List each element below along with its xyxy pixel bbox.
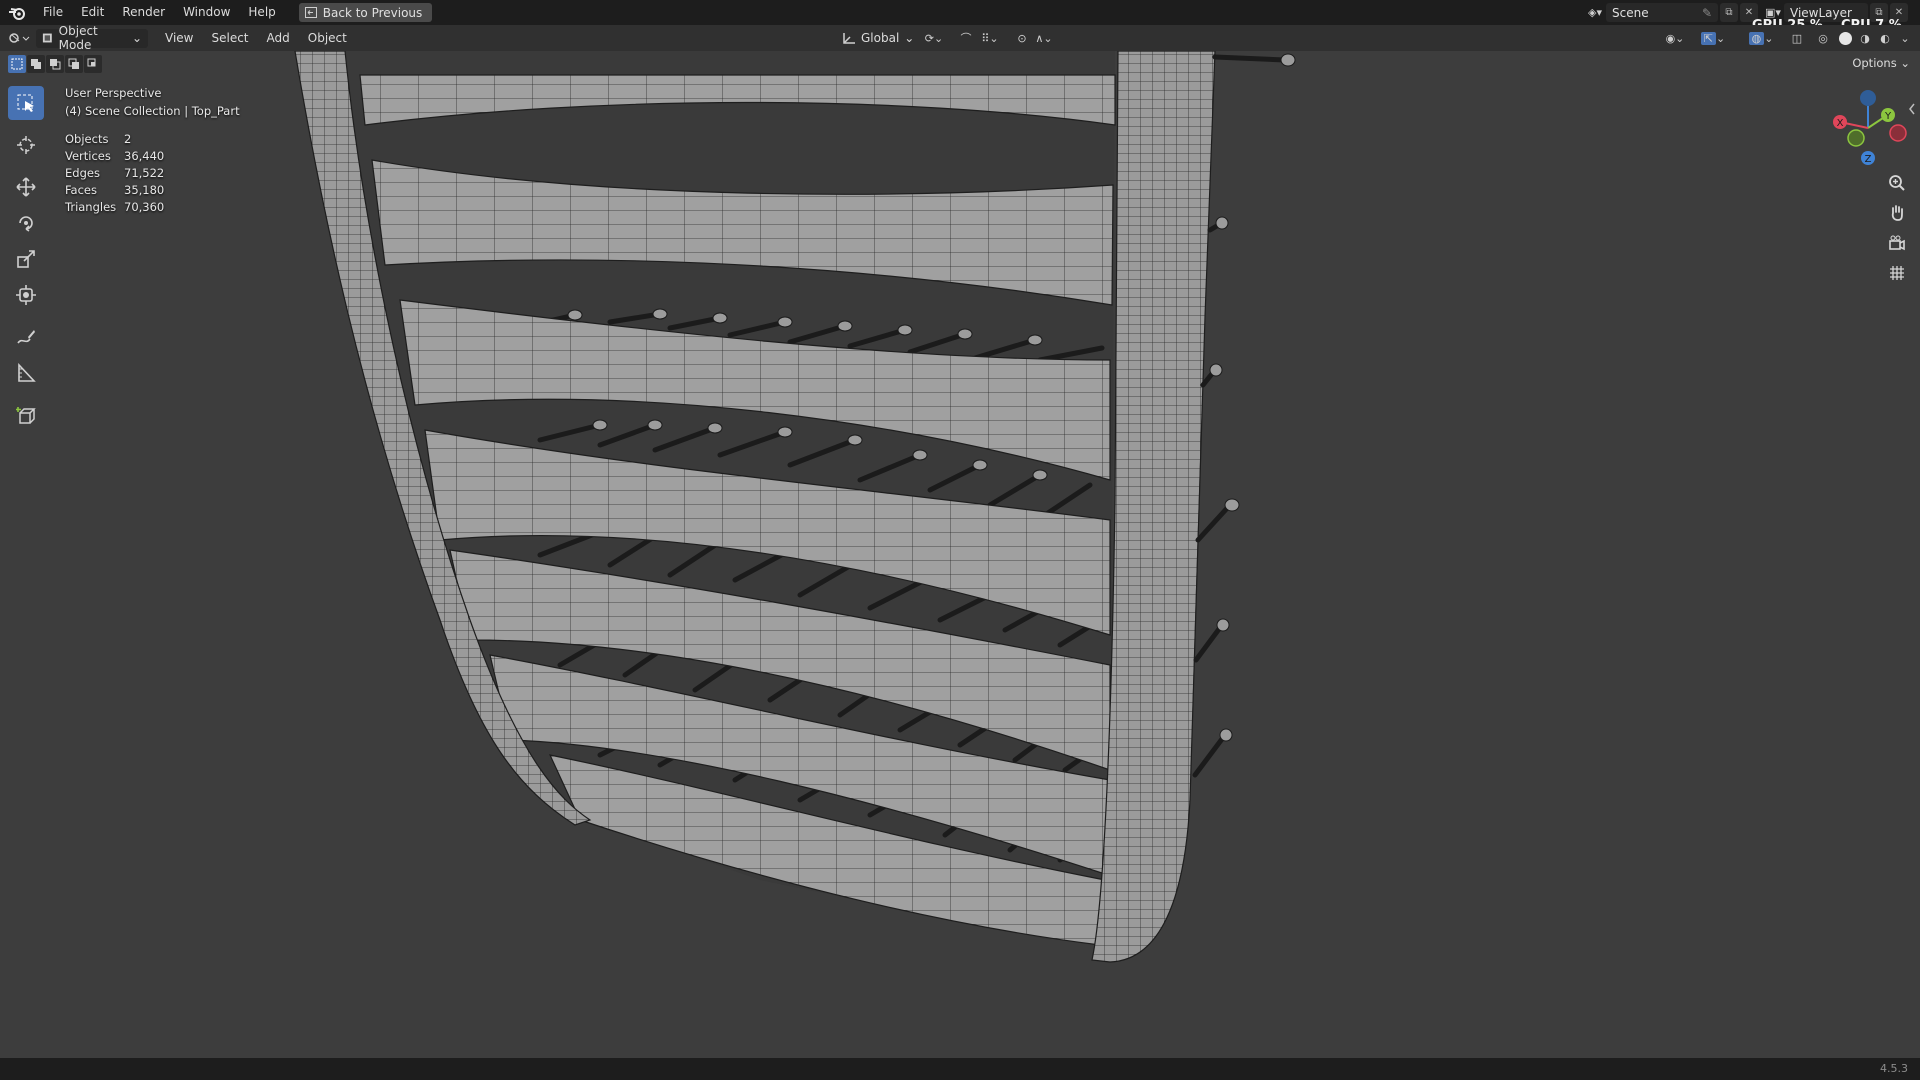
- blender-logo-icon[interactable]: [0, 6, 34, 20]
- proportional-editing-icon[interactable]: ⊙: [1011, 29, 1033, 48]
- view-name: User Perspective: [65, 86, 162, 100]
- stat-value: 70,360: [124, 200, 165, 214]
- transform-orientation-dropdown[interactable]: Global ⌄: [836, 29, 920, 48]
- chevron-down-icon: ⌄: [1900, 56, 1910, 70]
- scene-icon[interactable]: ◈▾: [1584, 3, 1606, 22]
- pan-hand-icon[interactable]: [1884, 200, 1910, 226]
- snap-target-icon[interactable]: ⠿⌄: [975, 29, 1005, 48]
- scene-field[interactable]: Scene ✎: [1606, 3, 1718, 22]
- shading-options-icon[interactable]: ⌄: [1894, 29, 1916, 48]
- navigation-gizmo[interactable]: Y X Z: [1824, 86, 1914, 170]
- back-icon: [304, 7, 317, 18]
- solid-shading-icon[interactable]: [1834, 29, 1856, 48]
- hull-ribs: [359, 74, 1116, 946]
- stat-vertices: Vertices 36,440: [65, 149, 240, 166]
- orientation-label: Global: [861, 31, 900, 45]
- viewport-canvas[interactable]: [0, 51, 1920, 1058]
- bolt-heads: [1209, 53, 1296, 742]
- gizmo-y-label: Y: [1884, 111, 1892, 122]
- stat-label: Faces: [65, 183, 97, 197]
- scene-name: Scene: [1612, 5, 1649, 20]
- stat-label: Objects: [65, 132, 109, 146]
- header-menu-add[interactable]: Add: [258, 31, 299, 45]
- wireframe-shading-icon[interactable]: ◎: [1812, 29, 1834, 48]
- gizmo-toggle-icon[interactable]: ⇱ ⌄: [1697, 29, 1729, 48]
- gizmo-z-neg[interactable]: [1860, 90, 1876, 106]
- ortho-grid-icon[interactable]: [1884, 260, 1910, 286]
- status-bar: 4.5.3: [0, 1058, 1920, 1080]
- camera-view-icon[interactable]: [1884, 230, 1910, 256]
- menu-window[interactable]: Window: [174, 0, 239, 25]
- stat-value: 36,440: [124, 149, 165, 163]
- stat-triangles: Triangles 70,360: [65, 200, 240, 217]
- pivot-point-icon[interactable]: ⟳⌄: [920, 29, 948, 48]
- stat-faces: Faces 35,180: [65, 183, 240, 200]
- stat-label: Edges: [65, 166, 100, 180]
- object-mode-icon: [42, 33, 52, 43]
- stat-label: Vertices: [65, 149, 111, 163]
- viewport-header: Object Mode ⌄ View Select Add Object Glo…: [0, 24, 1920, 52]
- menu-file[interactable]: File: [34, 0, 72, 25]
- scene-selector: ◈▾ Scene ✎ ⧉ ✕: [1584, 0, 1758, 25]
- collection-name: (4) Scene Collection | Top_Part: [65, 104, 240, 118]
- orientation-axes-icon: [843, 32, 855, 44]
- sidebar-toggle-icon[interactable]: [1904, 96, 1920, 122]
- new-scene-icon[interactable]: ⧉: [1720, 3, 1738, 22]
- snap-toggle-icon[interactable]: ⌒: [955, 29, 977, 48]
- pin-icon[interactable]: ✎: [1702, 6, 1712, 20]
- options-label: Options: [1852, 56, 1897, 70]
- gizmo-x-label: X: [1837, 118, 1844, 129]
- viewport-info-overlay: User Perspective (4) Scene Collection | …: [65, 86, 240, 217]
- chevron-down-icon: ⌄: [904, 31, 915, 45]
- gizmo-z-label: Z: [1865, 154, 1872, 165]
- stat-edges: Edges 71,522: [65, 166, 240, 183]
- mode-selector[interactable]: Object Mode ⌄: [36, 24, 148, 52]
- falloff-icon[interactable]: ∧⌄: [1033, 29, 1055, 48]
- stat-value: 35,180: [124, 183, 165, 197]
- rendered-shading-icon[interactable]: ◐: [1874, 29, 1896, 48]
- back-to-previous-button[interactable]: Back to Previous: [298, 3, 433, 22]
- back-to-previous-label: Back to Previous: [322, 5, 423, 20]
- zoom-icon[interactable]: [1884, 170, 1910, 196]
- version-label: 4.5.3: [1880, 1062, 1908, 1075]
- header-menu-object[interactable]: Object: [299, 31, 356, 45]
- stat-objects: Objects 2: [65, 132, 240, 149]
- menu-edit[interactable]: Edit: [72, 0, 113, 25]
- overlays-icon[interactable]: ◍ ⌄: [1745, 29, 1777, 48]
- header-menu-view[interactable]: View: [156, 31, 202, 45]
- material-shading-icon[interactable]: ◑: [1854, 29, 1876, 48]
- xray-icon[interactable]: ◫: [1786, 29, 1808, 48]
- header-menu-select[interactable]: Select: [202, 31, 257, 45]
- chevron-down-icon: ⌄: [131, 31, 142, 45]
- menu-help[interactable]: Help: [239, 0, 284, 25]
- gizmo-y-neg[interactable]: [1847, 129, 1865, 147]
- stat-value: 71,522: [124, 166, 165, 180]
- mode-label: Object Mode: [58, 24, 98, 52]
- stat-value: 2: [124, 132, 132, 146]
- gizmo-x-neg[interactable]: [1889, 124, 1907, 142]
- options-dropdown[interactable]: Options ⌄: [1852, 56, 1910, 70]
- menu-render[interactable]: Render: [113, 0, 174, 25]
- editor-type-icon[interactable]: [8, 29, 30, 48]
- stat-label: Triangles: [65, 200, 117, 214]
- visibility-icon[interactable]: ◉⌄: [1660, 29, 1690, 48]
